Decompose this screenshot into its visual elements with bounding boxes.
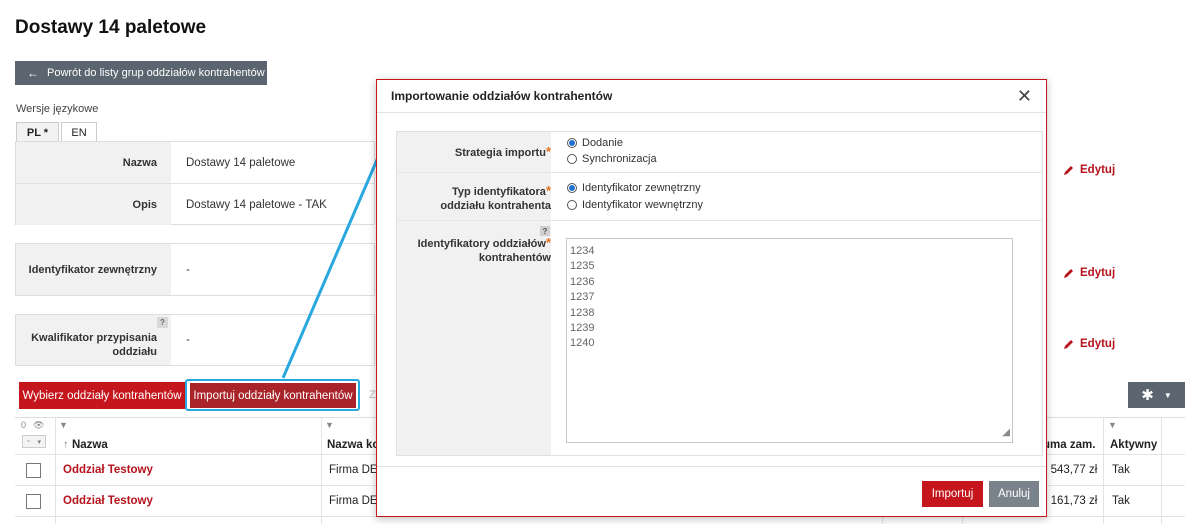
name-row: Nazwa Dostawy 14 paletowe (16, 142, 374, 184)
tab-lang-pl[interactable]: PL * (16, 122, 59, 142)
close-icon[interactable]: ✕ (1017, 86, 1032, 107)
import-dialog: Importowanie oddziałów kontrahentów ✕ St… (376, 79, 1047, 517)
order-sum: 6 161,73 zł (1041, 495, 1098, 507)
filter-icon[interactable]: ▼ (59, 420, 68, 430)
cancel-button[interactable]: Anuluj (989, 481, 1039, 507)
id-type-label: Typ identyfikatora* oddziału kontrahenta (440, 183, 551, 213)
help-icon[interactable]: ? (157, 317, 168, 328)
filter-icon[interactable]: ▼ (1108, 420, 1117, 430)
desc-label: Opis (16, 184, 171, 225)
name-value: Dostawy 14 paletowe (186, 156, 296, 169)
name-desc-panel: Nazwa Dostawy 14 paletowe Opis Dostawy 1… (15, 141, 375, 225)
filter-icon[interactable]: ▼ (325, 420, 334, 430)
resize-handle-icon[interactable]: ◢ (1002, 425, 1010, 440)
row-checkbox[interactable] (26, 463, 41, 478)
edit-label: Edytuj (1080, 338, 1116, 350)
edit-external-id-link[interactable]: Edytuj (1063, 267, 1115, 279)
pencil-icon (1064, 166, 1073, 175)
hidden-button-fragment: Z (369, 389, 376, 401)
qualifier-label: Kwalifikator przypisania oddziału (31, 332, 157, 358)
qualifier-value: - (186, 334, 190, 346)
language-versions-label: Wersje językowe (16, 103, 99, 115)
dialog-title: Importowanie oddziałów kontrahentów (391, 89, 613, 103)
qualifier-label-cell: ? Kwalifikator przypisania oddziału (16, 315, 171, 365)
back-to-list-button[interactable]: ← Powrót do listy grup oddziałów kontrah… (15, 61, 267, 85)
desc-value: Dostawy 14 paletowe - TAK (186, 198, 327, 211)
pencil-icon (1064, 269, 1073, 278)
ids-textarea[interactable]: 1234 1235 1236 1237 1238 1239 1240 ◢ (566, 238, 1013, 443)
tools-icon: ✱ (1141, 387, 1154, 404)
active-status: Tak (1112, 495, 1130, 507)
external-id-label: Identyfikator zewnętrzny (16, 244, 171, 295)
back-button-label: Powrót do listy grup oddziałów kontrahen… (47, 67, 265, 79)
import-button[interactable]: Importuj (922, 481, 983, 507)
order-sum: 7 543,77 zł (1041, 464, 1098, 476)
radio-unselected-icon (567, 154, 577, 164)
qualifier-row: ? Kwalifikator przypisania oddziału - (16, 315, 374, 365)
external-id-row: Identyfikator zewnętrzny - (16, 244, 374, 295)
strategy-label: Strategia importu* (454, 144, 551, 160)
select-branches-button[interactable]: Wybierz oddziały kontrahentów (19, 382, 185, 409)
edit-label: Edytuj (1080, 164, 1116, 176)
select-all-dropdown[interactable]: ▫ ▾ (22, 435, 46, 448)
pencil-icon (1064, 340, 1073, 349)
edit-label: Edytuj (1080, 267, 1116, 279)
table-row (15, 516, 1185, 524)
tools-dropdown-button[interactable]: ✱ ▼ (1128, 382, 1185, 408)
sort-up-icon: ↑ (63, 439, 69, 451)
import-branches-button[interactable]: Importuj oddziały kontrahentów (190, 383, 356, 408)
edit-name-link[interactable]: Edytuj (1063, 164, 1115, 176)
caret-down-icon: ▼ (1163, 390, 1172, 400)
eye-icon[interactable]: 👁 (33, 420, 44, 431)
ids-label: Identyfikatory oddziałów* kontrahentów (417, 235, 551, 265)
external-id-panel: Identyfikator zewnętrzny - (15, 243, 375, 296)
arrow-left-icon: ← (27, 66, 39, 80)
dialog-form: Strategia importu* Dodanie Synchronizacj… (396, 131, 1043, 456)
row-checkbox[interactable] (26, 494, 41, 509)
radio-selected-icon (567, 138, 577, 148)
visible-count: 0 (21, 420, 27, 430)
qualifier-panel: ? Kwalifikator przypisania oddziału - (15, 314, 375, 366)
branch-name-link[interactable]: Oddział Testowy (63, 464, 153, 476)
tab-lang-en[interactable]: EN (61, 122, 97, 142)
caret-down-icon: ▾ (37, 438, 41, 446)
external-id-value: - (186, 263, 190, 276)
header-active[interactable]: Aktywny (1110, 439, 1157, 451)
active-status: Tak (1112, 464, 1130, 476)
strategy-row: Strategia importu* Dodanie Synchronizacj… (397, 132, 1042, 173)
required-marker: * (545, 144, 551, 159)
id-type-row: Typ identyfikatora* oddziału kontrahenta… (397, 173, 1042, 221)
header-name: Nazwa (71, 439, 108, 451)
edit-qualifier-link[interactable]: Edytuj (1063, 338, 1115, 350)
radio-selected-icon (567, 183, 577, 193)
radio-external-id[interactable]: Identyfikator zewnętrzny (567, 182, 701, 194)
name-label: Nazwa (16, 142, 171, 183)
header-order-sum[interactable]: uma zam. (1043, 439, 1095, 451)
sort-by-name[interactable]: ↑ Nazwa (63, 439, 108, 451)
branch-name-link[interactable]: Oddział Testowy (63, 495, 153, 507)
page-title: Dostawy 14 paletowe (15, 17, 207, 38)
radio-sync[interactable]: Synchronizacja (567, 153, 657, 165)
radio-internal-id[interactable]: Identyfikator wewnętrzny (567, 199, 703, 211)
radio-unselected-icon (567, 200, 577, 210)
desc-row: Opis Dostawy 14 paletowe - TAK (16, 184, 374, 225)
checkbox-icon: ▫ (27, 438, 30, 445)
radio-add[interactable]: Dodanie (567, 137, 623, 149)
